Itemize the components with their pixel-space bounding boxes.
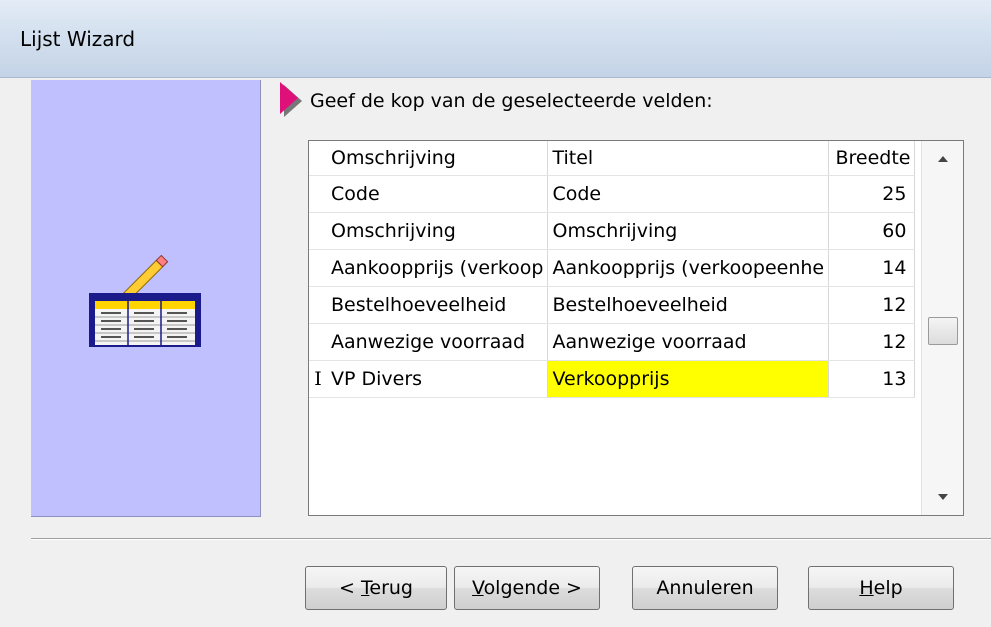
cell-omschrijving[interactable]: Omschrijving (327, 212, 549, 250)
table-row[interactable]: Aankoopprijs (verkoop Aankoopprijs (verk… (309, 249, 916, 287)
header-selector-cell (309, 141, 327, 176)
cell-titel-editing[interactable]: Verkoopprijs (547, 360, 830, 398)
back-button-prefix: < (339, 577, 361, 599)
footer-separator (31, 538, 991, 540)
next-button[interactable]: Volgende > (454, 566, 600, 610)
back-button-rest: erug (369, 577, 413, 599)
column-header-breedte[interactable]: Breedte (828, 141, 916, 176)
title-bar: Lijst Wizard (0, 0, 991, 78)
table-with-pencil-icon (89, 254, 201, 347)
window-title: Lijst Wizard (20, 27, 136, 51)
active-row-marker[interactable]: I (309, 360, 327, 398)
next-button-accel: V (472, 577, 484, 599)
scroll-down-button[interactable] (922, 479, 963, 515)
grid-table: Omschrijving Titel Breedte Code Code 25 … (309, 141, 916, 398)
cell-breedte[interactable]: 60 (828, 212, 916, 250)
vertical-scrollbar[interactable] (921, 141, 963, 515)
cancel-button-label: Annuleren (656, 577, 754, 599)
cell-breedte[interactable]: 12 (828, 286, 916, 324)
cell-titel[interactable]: Omschrijving (547, 212, 830, 250)
chevron-up-icon (938, 156, 948, 162)
cell-omschrijving[interactable]: Aankoopprijs (verkoop (327, 249, 549, 287)
cancel-button[interactable]: Annuleren (632, 566, 778, 610)
row-selector[interactable] (309, 175, 327, 213)
table-row[interactable]: Bestelhoeveelheid Bestelhoeveelheid 12 (309, 286, 916, 324)
scroll-thumb[interactable] (928, 317, 958, 345)
row-selector[interactable] (309, 323, 327, 361)
table-row-active[interactable]: I VP Divers Verkoopprijs 13 (309, 360, 916, 398)
back-button-accel: T (360, 577, 370, 599)
table-row[interactable]: Code Code 25 (309, 175, 916, 213)
cell-breedte[interactable]: 13 (828, 360, 916, 398)
grid-header-row: Omschrijving Titel Breedte (309, 141, 916, 176)
next-button-rest: olgende > (483, 577, 582, 599)
field-headers-grid[interactable]: Omschrijving Titel Breedte Code Code 25 … (308, 140, 964, 516)
row-selector[interactable] (309, 212, 327, 250)
cell-titel[interactable]: Code (547, 175, 830, 213)
table-row[interactable]: Aanwezige voorraad Aanwezige voorraad 12 (309, 323, 916, 361)
cell-titel[interactable]: Aanwezige voorraad (547, 323, 830, 361)
row-selector[interactable] (309, 249, 327, 287)
cell-titel[interactable]: Bestelhoeveelheid (547, 286, 830, 324)
cell-titel[interactable]: Aankoopprijs (verkoopeenhe (547, 249, 830, 287)
cell-breedte[interactable]: 12 (828, 323, 916, 361)
back-button[interactable]: < Terug (305, 566, 447, 610)
help-button-rest: elp (873, 577, 903, 599)
instruction-text: Geef de kop van de geselecteerde velden: (310, 90, 713, 112)
column-header-titel[interactable]: Titel (547, 141, 830, 176)
column-header-omschrijving[interactable]: Omschrijving (327, 141, 549, 176)
cell-omschrijving[interactable]: Code (327, 175, 549, 213)
cell-omschrijving[interactable]: VP Divers (327, 360, 549, 398)
chevron-down-icon (938, 494, 948, 500)
cell-omschrijving[interactable]: Aanwezige voorraad (327, 323, 549, 361)
wizard-side-panel (31, 80, 261, 517)
scroll-up-button[interactable] (922, 141, 963, 177)
row-selector[interactable] (309, 286, 327, 324)
table-row[interactable]: Omschrijving Omschrijving 60 (309, 212, 916, 250)
cell-breedte[interactable]: 25 (828, 175, 916, 213)
help-button[interactable]: Help (808, 566, 954, 610)
cell-omschrijving[interactable]: Bestelhoeveelheid (327, 286, 549, 324)
cell-breedte[interactable]: 14 (828, 249, 916, 287)
pink-triangle-pointer-icon (280, 82, 302, 117)
help-button-accel: H (859, 577, 874, 599)
